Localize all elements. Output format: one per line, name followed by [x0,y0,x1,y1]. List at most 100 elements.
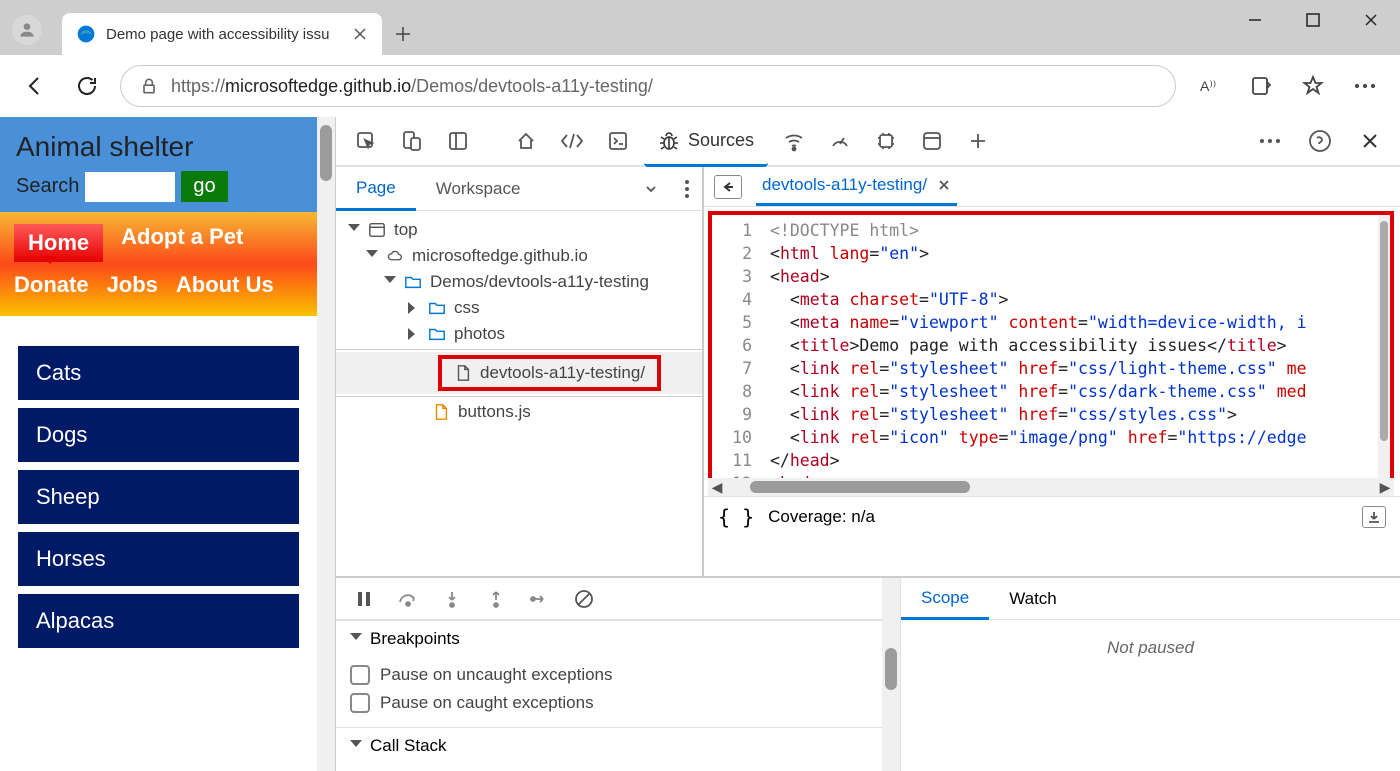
tree-js-file[interactable]: buttons.js [336,399,702,425]
address-bar[interactable]: https://microsoftedge.github.io/Demos/de… [120,65,1176,107]
refresh-button[interactable] [68,67,106,105]
pause-uncaught-checkbox[interactable]: Pause on uncaught exceptions [350,661,868,689]
navigator-pane: Page Workspace top microsoftedge.github.… [336,167,704,576]
page-tab[interactable]: Page [336,167,416,211]
file-icon [454,364,472,382]
close-devtools-button[interactable] [1350,121,1390,161]
window-titlebar: Demo page with accessibility issu [0,0,1400,55]
maximize-button[interactable] [1284,0,1342,40]
step-into-button[interactable] [440,587,464,611]
pause-caught-checkbox[interactable]: Pause on caught exceptions [350,689,868,717]
category-link[interactable]: Alpacas [18,594,299,648]
debugger-pane: Breakpoints Pause on uncaught exceptions… [336,576,1400,771]
step-over-button[interactable] [396,587,420,611]
tree-folder[interactable]: Demos/devtools-a11y-testing [336,269,702,295]
devtools-panel: Sources Page Workspace [335,117,1400,771]
tab-title: Demo page with accessibility issu [106,26,342,43]
debugger-left-scrollbar[interactable] [882,578,900,771]
tree-index-file[interactable]: devtools-a11y-testing/ [336,352,702,394]
line-gutter: 123456789101112 [712,215,762,485]
cloud-icon [386,247,404,265]
site-info-icon[interactable] [139,76,159,96]
app-tab[interactable] [912,121,952,161]
not-paused-message: Not paused [901,620,1400,771]
chevron-down-icon [644,182,658,196]
device-button[interactable] [392,121,432,161]
category-link[interactable]: Horses [18,532,299,586]
search-input[interactable] [85,172,175,202]
file-tree: top microsoftedge.github.io Demos/devtoo… [336,211,702,431]
pretty-print-button[interactable]: { } [718,505,754,529]
inspect-button[interactable] [346,121,386,161]
browser-toolbar: https://microsoftedge.github.io/Demos/de… [0,55,1400,117]
category-link[interactable]: Dogs [18,408,299,462]
console-tab[interactable] [598,121,638,161]
elements-tab[interactable] [552,121,592,161]
pause-button[interactable] [352,587,376,611]
new-tab-button[interactable] [382,13,424,55]
welcome-tab[interactable] [506,121,546,161]
close-icon[interactable] [937,178,951,192]
favorite-button[interactable] [1294,67,1332,105]
back-button[interactable] [16,67,54,105]
category-link[interactable]: Cats [18,346,299,400]
bug-icon [658,130,680,152]
performance-tab[interactable] [820,121,860,161]
read-aloud-button[interactable]: A⁾⁾ [1190,67,1228,105]
devtools-tabbar: Sources [336,117,1400,167]
network-tab[interactable] [774,121,814,161]
folder-icon [404,273,422,291]
profile-button[interactable] [12,15,42,45]
close-tab-icon[interactable] [352,26,368,42]
file-icon [432,403,450,421]
close-window-button[interactable] [1342,0,1400,40]
source-code-viewer[interactable]: 123456789101112 <!DOCTYPE html> <html la… [708,211,1394,489]
code-content: <!DOCTYPE html> <html lang="en"> <head> … [762,215,1378,485]
navigator-more-button[interactable] [672,179,702,199]
window-icon [368,221,386,239]
step-button[interactable] [528,587,552,611]
nav-adopt[interactable]: Adopt a Pet [121,224,243,262]
settings-menu-button[interactable] [1346,67,1384,105]
scope-tab[interactable]: Scope [901,578,989,620]
editor-file-tab[interactable]: devtools-a11y-testing/ [756,167,957,206]
editor-hscrollbar[interactable]: ◀▶ [708,478,1394,496]
more-tabs-button[interactable] [958,121,998,161]
devtools-more-button[interactable] [1250,121,1290,161]
download-button[interactable] [1362,506,1386,528]
callstack-section[interactable]: Call Stack [336,728,882,764]
search-go-button[interactable]: go [181,171,227,202]
step-out-button[interactable] [484,587,508,611]
editor-vscrollbar[interactable] [1378,215,1390,485]
tree-photos-folder[interactable]: photos [336,321,702,347]
minimize-button[interactable] [1226,0,1284,40]
edge-icon [76,24,96,44]
category-link[interactable]: Sheep [18,470,299,524]
memory-tab[interactable] [866,121,906,161]
tree-top[interactable]: top [336,217,702,243]
editor-pane: devtools-a11y-testing/ 123456789101112 <… [704,167,1400,576]
nav-about[interactable]: About Us [176,272,274,298]
nav-jobs[interactable]: Jobs [107,272,158,298]
tree-css-folder[interactable]: css [336,295,702,321]
collections-button[interactable] [1242,67,1280,105]
nav-donate[interactable]: Donate [14,272,89,298]
breakpoints-section[interactable]: Breakpoints [336,621,882,657]
tree-origin[interactable]: microsoftedge.github.io [336,243,702,269]
page-scrollbar[interactable] [317,117,335,771]
sources-tab[interactable]: Sources [644,117,768,167]
nav-home[interactable]: Home [14,224,103,262]
url-text: https://microsoftedge.github.io/Demos/de… [171,76,653,97]
rendered-page: Animal shelter Search go Home Adopt a Pe… [0,117,335,771]
category-list: Cats Dogs Sheep Horses Alpacas [0,316,317,666]
navigate-back-button[interactable] [714,175,742,199]
search-label: Search [16,175,79,198]
workspace-tab[interactable]: Workspace [416,167,672,211]
debugger-controls [336,578,882,620]
deactivate-breakpoints-button[interactable] [572,587,596,611]
watch-tab[interactable]: Watch [989,578,1077,620]
panel-button[interactable] [438,121,478,161]
help-button[interactable] [1300,121,1340,161]
browser-tab[interactable]: Demo page with accessibility issu [62,13,382,55]
scope-pane: Scope Watch Not paused [900,578,1400,771]
